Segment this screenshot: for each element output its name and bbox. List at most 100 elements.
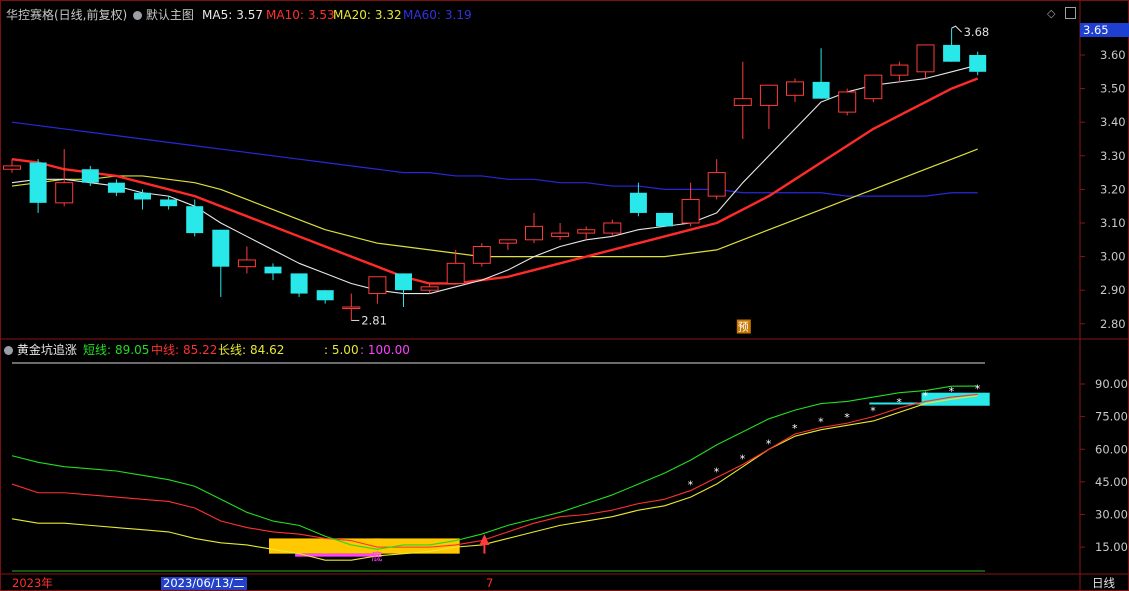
price-tick-label: 3.40 <box>1100 115 1126 129</box>
star-mark: * <box>923 389 929 402</box>
candle-body-down <box>629 192 647 213</box>
candle-body-down <box>186 206 204 234</box>
maximize-icon[interactable] <box>1065 7 1076 19</box>
star-mark: * <box>766 437 772 450</box>
candle <box>264 263 282 281</box>
candle-body-up <box>864 74 883 100</box>
indicator-circle-icon <box>4 346 13 355</box>
candle-body-up <box>890 64 909 76</box>
star-mark: * <box>844 411 850 424</box>
candle <box>577 226 596 240</box>
indicator-name: 黄金坑追涨 <box>16 343 77 357</box>
candle-body-down <box>212 229 230 267</box>
indicator-tick-label: 60.00 <box>1095 442 1128 456</box>
candle <box>186 199 204 237</box>
candle-body-up <box>603 222 622 234</box>
candle <box>237 246 256 274</box>
short-line <box>11 385 978 550</box>
candle-body-down <box>316 290 334 301</box>
candle <box>55 149 74 207</box>
candle-body-down <box>29 162 47 203</box>
candle <box>916 44 935 79</box>
candle-body-up <box>55 182 74 204</box>
high-price-label: 3.68 <box>964 25 990 39</box>
price-tick-label: 3.30 <box>1100 149 1126 163</box>
candle-body-up <box>759 84 778 106</box>
candle-body-down <box>943 44 961 62</box>
chart-frame <box>0 0 1129 591</box>
high-pointer <box>951 25 962 33</box>
candle-body-up <box>707 172 726 197</box>
candle <box>969 51 987 76</box>
candle <box>446 249 465 284</box>
candle-body-up <box>342 306 361 309</box>
candle-body-up <box>681 198 700 224</box>
footer-month-mark: 7 <box>486 576 494 590</box>
indicator-tick-label: 90.00 <box>1095 377 1128 391</box>
candle <box>812 48 830 99</box>
last-price-tag: 3.65 <box>1080 23 1129 37</box>
indicator-tick-label: 15.00 <box>1095 540 1128 554</box>
candle-body-up <box>786 81 804 96</box>
candle <box>3 159 21 173</box>
ma20-line <box>11 148 978 258</box>
candle <box>368 276 387 304</box>
candle <box>603 219 622 237</box>
candle-body-up <box>838 91 857 113</box>
candlesticks[interactable] <box>3 28 987 321</box>
buy-arrow-icon <box>479 534 490 545</box>
extra2-legend: : 100.00 <box>360 343 410 357</box>
star-mark: * <box>870 405 876 418</box>
candle <box>551 223 570 240</box>
candle-body-up <box>916 44 935 73</box>
candle <box>107 179 125 197</box>
ma10-line <box>11 77 979 285</box>
forecast-marker-label: 预 <box>738 321 749 334</box>
star-mark: * <box>792 422 798 435</box>
candle-body-up <box>472 246 491 264</box>
candle-body-down <box>812 81 830 99</box>
candle-body-down <box>81 169 99 183</box>
chart-canvas[interactable]: 3.60 3.50 3.40 3.30 3.20 3.10 3.00 2.90 2.80 90.… <box>0 0 1129 591</box>
candle-body-up <box>498 239 517 244</box>
candle-body-up <box>733 98 752 106</box>
ma10-legend: MA10: 3.53 <box>266 8 335 22</box>
stock-title[interactable]: 华控赛格(日线,前复权) <box>6 8 127 22</box>
ma5-legend: MA5: 3.57 <box>202 8 263 22</box>
indicator-tick-label: 45.00 <box>1095 475 1128 489</box>
star-mark: * <box>896 396 902 409</box>
candle <box>838 88 857 116</box>
extra1-legend: : 5.00 <box>324 343 359 357</box>
candle <box>525 212 543 244</box>
period-label[interactable]: 日线 <box>1092 577 1115 590</box>
candle-body-up <box>551 232 570 237</box>
indicator-tick-label: 30.00 <box>1095 508 1128 522</box>
candle-body-down <box>395 273 412 291</box>
bottom-mark-label: 底 <box>371 549 382 563</box>
candle-body-down <box>656 212 673 227</box>
candle <box>134 189 151 210</box>
candle-body-down <box>134 192 151 200</box>
price-tick-label: 2.80 <box>1100 317 1126 331</box>
indicator-tick-label: 75.00 <box>1095 410 1128 424</box>
ma60-line <box>11 121 978 197</box>
candle-body-up <box>446 262 465 284</box>
price-tick-label: 3.60 <box>1100 48 1126 62</box>
candle-body-down <box>969 55 987 72</box>
candle <box>656 212 673 227</box>
indicator-axis: 90.00 75.00 60.00 45.00 30.00 15.00 <box>1080 377 1128 554</box>
indicator-legend[interactable]: 黄金坑追涨 <box>4 343 77 357</box>
footer-date[interactable]: 2023/06/13/二 <box>161 577 247 590</box>
candle-body-down <box>107 182 125 193</box>
indicator-plot: 底 * * * * * * * * * * * * <box>11 382 990 563</box>
candle-body-up <box>577 229 596 234</box>
candle <box>472 243 491 267</box>
mode-selector[interactable]: 默认主图 <box>133 8 194 22</box>
diamond-icon[interactable]: ◇ <box>1047 7 1055 21</box>
star-mark: * <box>949 385 955 398</box>
price-tick-label: 2.90 <box>1100 283 1126 297</box>
footer-year: 2023年 <box>12 576 53 590</box>
star-mark: * <box>975 382 981 395</box>
gold-pit-bar <box>269 538 330 554</box>
ma5-line <box>11 64 978 295</box>
